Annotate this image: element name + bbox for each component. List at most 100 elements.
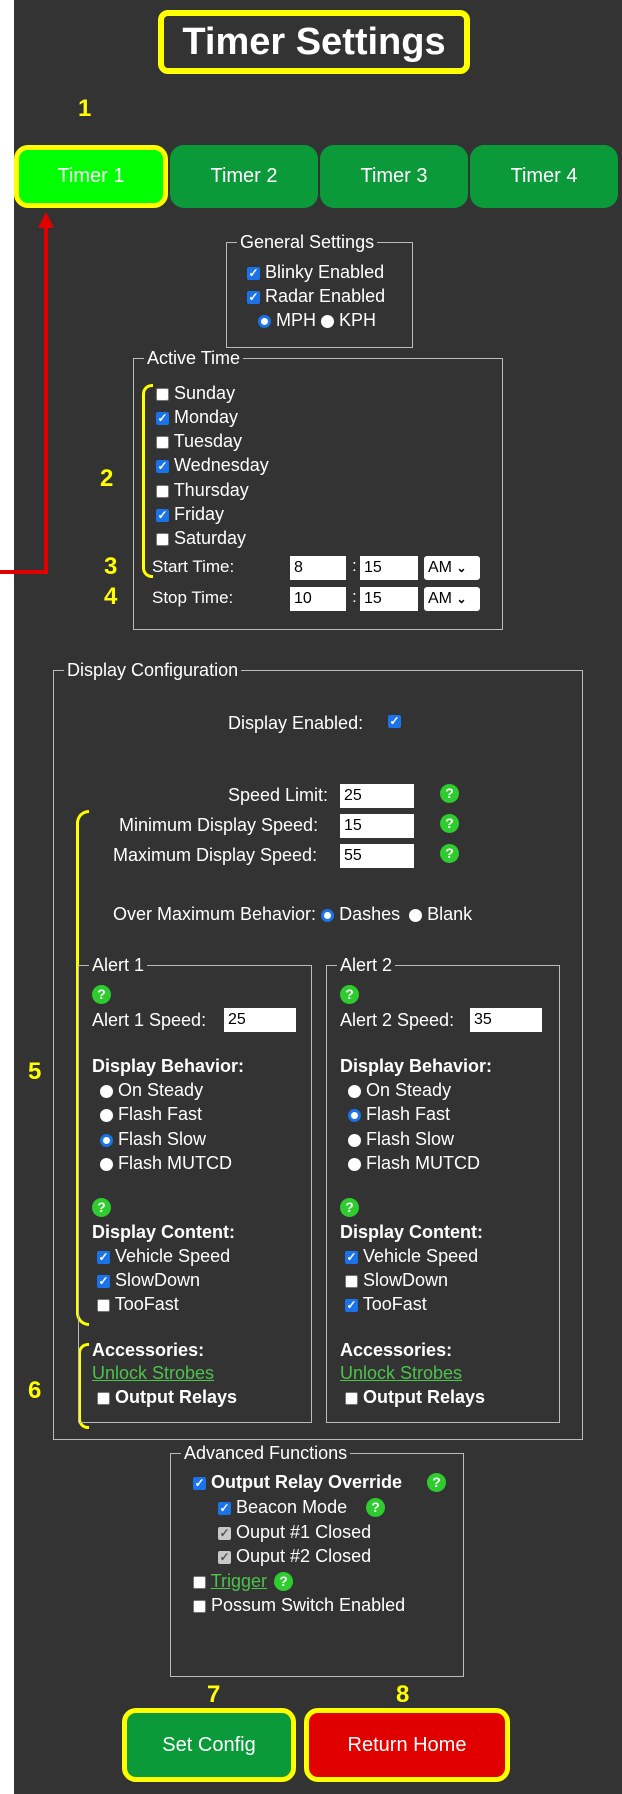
saturday-checkbox[interactable] xyxy=(156,532,169,546)
display-enabled-label: Display Enabled: xyxy=(228,713,364,733)
content-checkbox[interactable] xyxy=(97,1250,110,1264)
annotation-4: 4 xyxy=(104,583,118,610)
stop-min-input[interactable]: 15 xyxy=(360,587,418,611)
content-checkbox[interactable] xyxy=(97,1274,110,1288)
monday-checkbox[interactable] xyxy=(156,411,169,425)
help-icon[interactable]: ? xyxy=(440,844,459,863)
kph-radio[interactable] xyxy=(321,314,335,328)
help-icon[interactable]: ? xyxy=(274,1572,293,1591)
behavior-label: On Steady xyxy=(366,1080,452,1100)
alert-1-speed-input[interactable]: 25 xyxy=(224,1008,296,1032)
active-time-legend: Active Time xyxy=(147,348,241,368)
blinky-checkbox[interactable] xyxy=(247,266,260,280)
help-icon[interactable]: ? xyxy=(340,985,359,1004)
annotation-5: 5 xyxy=(28,1058,42,1085)
help-icon[interactable]: ? xyxy=(92,985,111,1004)
output-relays-checkbox[interactable] xyxy=(345,1391,358,1405)
kph-label: KPH xyxy=(339,310,377,330)
unlock-strobes-link[interactable]: Unlock Strobes xyxy=(92,1363,214,1384)
start-colon: : xyxy=(352,556,357,575)
dashes-label: Dashes xyxy=(339,904,401,924)
radar-checkbox[interactable] xyxy=(247,290,260,304)
annotation-2: 2 xyxy=(100,465,114,492)
tab-timer-4[interactable]: Timer 4 xyxy=(470,145,618,208)
content-checkbox[interactable] xyxy=(345,1274,358,1288)
output-2-label: Ouput #2 Closed xyxy=(236,1546,372,1566)
trigger-checkbox[interactable] xyxy=(193,1575,206,1589)
sunday-checkbox[interactable] xyxy=(156,387,169,401)
beacon-mode-label: Beacon Mode xyxy=(236,1497,348,1517)
output-2-checkbox xyxy=(218,1550,231,1564)
behavior-radio[interactable] xyxy=(348,1084,361,1098)
help-icon[interactable]: ? xyxy=(340,1198,359,1217)
possum-switch-label: Possum Switch Enabled xyxy=(211,1595,406,1615)
max-display-speed-label: Maximum Display Speed: xyxy=(113,845,318,865)
day-label: Friday xyxy=(174,504,225,524)
content-label: Vehicle Speed xyxy=(363,1246,479,1266)
day-label: Sunday xyxy=(174,383,236,403)
friday-checkbox[interactable] xyxy=(156,508,169,522)
output-relay-override-checkbox[interactable] xyxy=(193,1476,206,1490)
speed-limit-input[interactable]: 25 xyxy=(340,784,414,808)
behavior-radio[interactable] xyxy=(100,1084,113,1098)
alert-1-accessories-title: Accessories: xyxy=(92,1340,205,1360)
tab-timer-1[interactable]: Timer 1 xyxy=(14,145,168,208)
behavior-radio[interactable] xyxy=(100,1157,113,1171)
stop-colon: : xyxy=(352,587,357,606)
alert-1-speed-label: Alert 1 Speed: xyxy=(92,1010,207,1030)
display-enabled-checkbox[interactable] xyxy=(388,715,401,728)
beacon-mode-checkbox[interactable] xyxy=(218,1501,231,1515)
behavior-radio[interactable] xyxy=(100,1108,113,1122)
content-checkbox[interactable] xyxy=(345,1298,358,1312)
behavior-label: Flash Fast xyxy=(366,1104,451,1124)
tab-timer-3[interactable]: Timer 3 xyxy=(320,145,468,208)
help-icon[interactable]: ? xyxy=(366,1498,385,1517)
content-checkbox[interactable] xyxy=(97,1298,110,1312)
blank-radio[interactable] xyxy=(409,908,423,922)
behavior-radio[interactable] xyxy=(348,1157,361,1171)
min-display-speed-input[interactable]: 15 xyxy=(340,814,414,838)
behavior-radio[interactable] xyxy=(348,1108,361,1122)
wednesday-checkbox[interactable] xyxy=(156,459,169,473)
content-checkbox[interactable] xyxy=(345,1250,358,1264)
set-config-button[interactable]: Set Config xyxy=(122,1708,296,1782)
behavior-radio[interactable] xyxy=(100,1133,113,1147)
stop-ampm-select[interactable]: AM ⌄ xyxy=(424,587,480,611)
output-relays-checkbox[interactable] xyxy=(97,1391,110,1405)
help-icon[interactable]: ? xyxy=(440,784,459,803)
chevron-down-icon: ⌄ xyxy=(456,561,467,575)
chevron-down-icon: ⌄ xyxy=(456,592,467,606)
advanced-functions-legend: Advanced Functions xyxy=(184,1443,348,1463)
help-icon[interactable]: ? xyxy=(427,1473,446,1492)
return-home-button[interactable]: Return Home xyxy=(304,1708,510,1782)
display-configuration-legend: Display Configuration xyxy=(67,660,239,680)
help-icon[interactable]: ? xyxy=(92,1198,111,1217)
stop-hour-input[interactable]: 10 xyxy=(290,587,346,611)
max-display-speed-input[interactable]: 55 xyxy=(340,844,414,868)
thursday-checkbox[interactable] xyxy=(156,484,169,498)
general-settings-legend: General Settings xyxy=(240,232,375,252)
alert-2-speed-input[interactable]: 35 xyxy=(470,1008,542,1032)
day-label: Thursday xyxy=(173,480,249,500)
tab-timer-2[interactable]: Timer 2 xyxy=(170,145,318,208)
blank-label: Blank xyxy=(427,904,473,924)
start-ampm-value: AM xyxy=(428,559,452,576)
alert-2-content-title: Display Content: xyxy=(340,1222,484,1242)
alert-1-legend: Alert 1 xyxy=(92,955,145,975)
possum-switch-checkbox[interactable] xyxy=(193,1599,206,1613)
output-relays-label: Output Relays xyxy=(363,1387,486,1407)
start-hour-input[interactable]: 8 xyxy=(290,556,346,580)
alert-1-content-title: Display Content: xyxy=(92,1222,236,1242)
start-min-input[interactable]: 15 xyxy=(360,556,418,580)
tuesday-checkbox[interactable] xyxy=(156,435,169,449)
dashes-radio[interactable] xyxy=(321,908,335,922)
output-relays-label: Output Relays xyxy=(115,1387,238,1407)
trigger-link[interactable]: Trigger xyxy=(211,1571,267,1591)
behavior-radio[interactable] xyxy=(348,1133,361,1147)
unlock-strobes-link[interactable]: Unlock Strobes xyxy=(340,1363,462,1384)
annotation-7: 7 xyxy=(207,1681,221,1708)
start-ampm-select[interactable]: AM ⌄ xyxy=(424,556,480,580)
blinky-label: Blinky Enabled xyxy=(265,262,385,282)
mph-radio[interactable] xyxy=(258,314,271,328)
help-icon[interactable]: ? xyxy=(440,814,459,833)
